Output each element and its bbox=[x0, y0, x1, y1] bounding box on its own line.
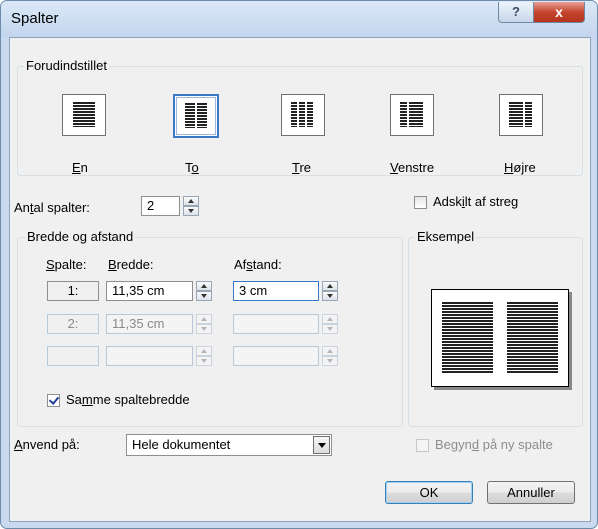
separator-line-label: Adskilt af streg bbox=[433, 194, 519, 209]
spin-down-icon[interactable] bbox=[322, 324, 338, 334]
example-legend: Eksempel bbox=[415, 229, 477, 244]
width-input-row1[interactable]: 11,35 cm bbox=[106, 281, 193, 301]
dialog-title: Spalter bbox=[11, 10, 59, 27]
separator-line-checkbox[interactable] bbox=[414, 196, 427, 209]
two-column-icon-right bbox=[197, 103, 207, 128]
width-spacing-legend: Bredde og afstand bbox=[25, 229, 136, 244]
width-spinner-row1[interactable] bbox=[196, 281, 212, 301]
width-input-row3[interactable] bbox=[106, 346, 193, 366]
start-new-column-checkbox[interactable] bbox=[416, 439, 429, 452]
preset-two-label: To bbox=[185, 160, 199, 175]
apply-to-label: Anvend på: bbox=[14, 437, 80, 452]
column-count-input[interactable]: 2 bbox=[141, 196, 180, 216]
column-count-label: Antal spalter: bbox=[14, 200, 90, 215]
column-number-cell: 1: bbox=[47, 281, 99, 301]
spin-down-icon[interactable] bbox=[196, 356, 212, 366]
column-number-cell bbox=[47, 346, 99, 366]
left-column-icon-wide bbox=[409, 102, 423, 127]
spin-down-icon[interactable] bbox=[322, 291, 338, 301]
chevron-down-icon[interactable] bbox=[313, 436, 330, 454]
presets-legend: Forudindstillet bbox=[24, 58, 109, 73]
dialog-body: Forudindstillet En To Tre Venstre Højre … bbox=[9, 37, 591, 522]
spin-up-icon[interactable] bbox=[196, 314, 212, 324]
help-button[interactable]: ? bbox=[498, 2, 534, 23]
spin-down-icon[interactable] bbox=[183, 206, 199, 216]
three-column-icon-a bbox=[291, 102, 297, 127]
three-column-icon-c bbox=[307, 102, 313, 127]
help-icon: ? bbox=[512, 4, 520, 19]
spin-up-icon[interactable] bbox=[196, 281, 212, 291]
spin-up-icon[interactable] bbox=[183, 196, 199, 206]
spacing-spinner-row2[interactable] bbox=[322, 314, 338, 334]
spin-up-icon[interactable] bbox=[196, 346, 212, 356]
equal-width-label: Samme spaltebredde bbox=[66, 392, 190, 407]
column-count-spinner[interactable] bbox=[183, 196, 199, 216]
preset-three-button[interactable] bbox=[281, 94, 325, 136]
preview-column-left bbox=[442, 302, 493, 374]
two-column-icon-left bbox=[185, 103, 195, 128]
spacing-spinner-row3[interactable] bbox=[322, 346, 338, 366]
width-spinner-row3[interactable] bbox=[196, 346, 212, 366]
spacing-input-row1[interactable]: 3 cm bbox=[233, 281, 319, 301]
three-column-icon-b bbox=[299, 102, 305, 127]
right-column-icon-wide bbox=[509, 102, 523, 127]
start-new-column-label: Begynd på ny spalte bbox=[435, 437, 553, 452]
width-header: Bredde: bbox=[108, 257, 154, 272]
close-icon: x bbox=[555, 4, 563, 20]
equal-width-checkbox[interactable] bbox=[47, 394, 60, 407]
spin-up-icon[interactable] bbox=[322, 346, 338, 356]
preset-left-button[interactable] bbox=[390, 94, 434, 136]
preset-one-label: En bbox=[72, 160, 88, 175]
example-preview bbox=[431, 289, 569, 387]
spacing-input-row3[interactable] bbox=[233, 346, 319, 366]
spin-down-icon[interactable] bbox=[196, 324, 212, 334]
preset-right-label: Højre bbox=[504, 160, 536, 175]
preview-column-right bbox=[507, 302, 558, 374]
title-bar[interactable]: Spalter ? x bbox=[1, 1, 597, 37]
width-spinner-row2[interactable] bbox=[196, 314, 212, 334]
column-header: Spalte: bbox=[46, 257, 87, 272]
width-input-row2[interactable]: 11,35 cm bbox=[106, 314, 193, 334]
apply-to-dropdown[interactable]: Hele dokumentet bbox=[126, 434, 332, 456]
spin-down-icon[interactable] bbox=[322, 356, 338, 366]
dialog-window: Spalter ? x Forudindstillet En To Tre Ve… bbox=[0, 0, 598, 529]
spin-down-icon[interactable] bbox=[196, 291, 212, 301]
left-column-icon-narrow bbox=[400, 102, 407, 127]
preset-one-button[interactable] bbox=[62, 94, 106, 136]
spin-up-icon[interactable] bbox=[322, 314, 338, 324]
preset-right-button[interactable] bbox=[499, 94, 543, 136]
one-column-icon bbox=[73, 102, 95, 127]
right-column-icon-narrow bbox=[525, 102, 532, 127]
preset-two-button[interactable] bbox=[173, 94, 219, 138]
spacing-spinner-row1[interactable] bbox=[322, 281, 338, 301]
cancel-button[interactable]: Annuller bbox=[487, 481, 575, 504]
preset-three-label: Tre bbox=[292, 160, 312, 175]
close-button[interactable]: x bbox=[533, 2, 585, 23]
spin-up-icon[interactable] bbox=[322, 281, 338, 291]
ok-button[interactable]: OK bbox=[385, 481, 473, 504]
apply-to-value: Hele dokumentet bbox=[132, 437, 231, 452]
spacing-input-row2[interactable] bbox=[233, 314, 319, 334]
preset-left-label: Venstre bbox=[390, 160, 435, 175]
column-number-cell: 2: bbox=[47, 314, 99, 334]
spacing-header: Afstand: bbox=[234, 257, 282, 272]
